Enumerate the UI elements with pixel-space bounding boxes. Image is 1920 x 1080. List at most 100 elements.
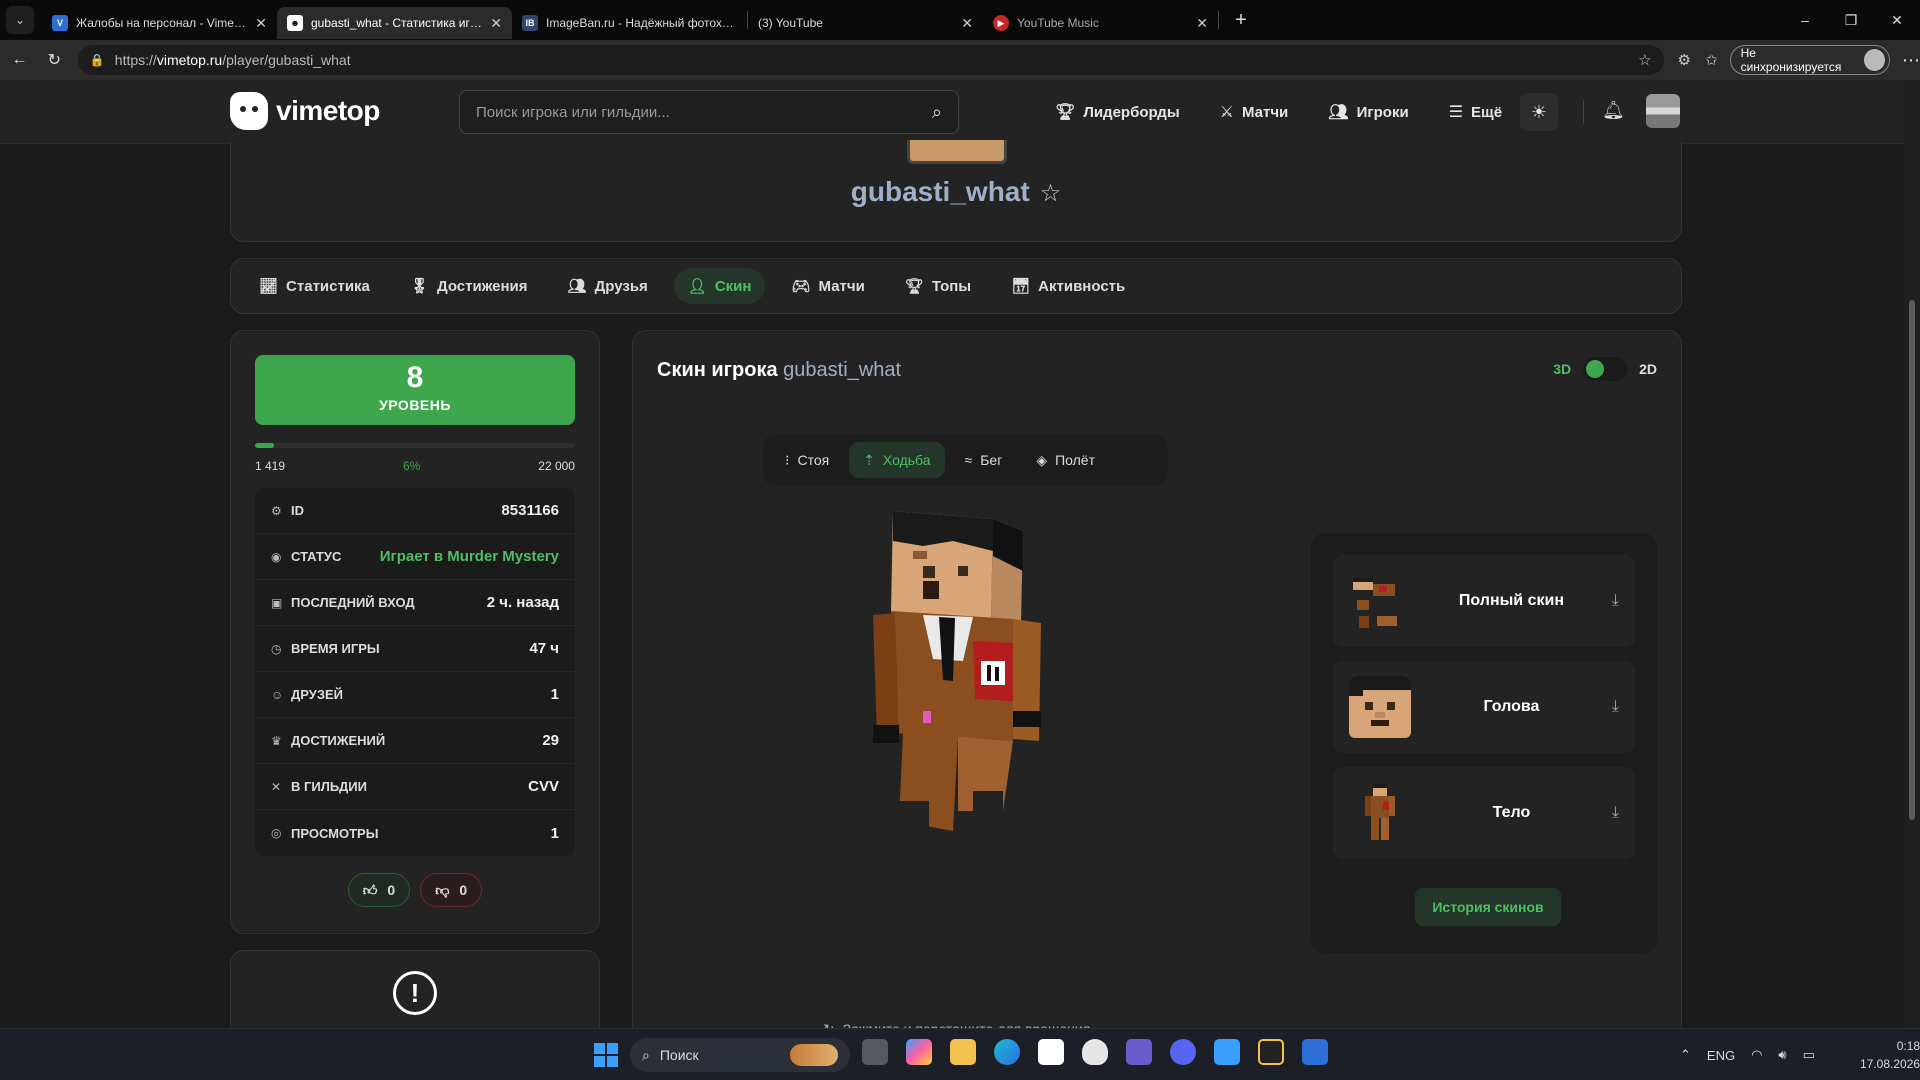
alert-icon[interactable]: ! <box>393 971 437 1015</box>
tab-title: ImageBan.ru - Надёжный фотохостинг <box>546 16 737 30</box>
tab-statistics[interactable]: 📈︎ Статистика <box>245 268 384 304</box>
mode-switch[interactable] <box>1583 357 1628 381</box>
close-icon[interactable]: ✕ <box>255 15 267 32</box>
reload-button[interactable]: ↻ <box>39 44 70 76</box>
download-icon[interactable]: ⤓ <box>1612 592 1619 610</box>
user-avatar[interactable] <box>1646 94 1680 128</box>
like-button[interactable]: 👍︎ 0 <box>347 873 411 907</box>
browser-tab-3[interactable]: IB ImageBan.ru - Надёжный фотохостинг <box>512 7 747 39</box>
clock-time: 0:18 <box>1896 1039 1920 1053</box>
task-view-icon[interactable] <box>862 1039 888 1065</box>
close-window-button[interactable]: ✕ <box>1874 12 1920 29</box>
info-label: ДРУЗЕЙ <box>291 687 344 702</box>
nav-matches[interactable]: ⚔ Матчи <box>1220 102 1289 122</box>
battery-icon[interactable]: ▭ <box>1803 1047 1815 1063</box>
extensions-icon[interactable]: ⚙ <box>1678 51 1691 69</box>
page-scrollbar[interactable] <box>1904 80 1920 1028</box>
start-button[interactable] <box>594 1043 618 1067</box>
mode-2d-label: 2D <box>1639 361 1657 377</box>
site-logo[interactable]: vimetop <box>230 92 380 130</box>
tab-matches[interactable]: 🎮︎ Матчи <box>777 268 878 304</box>
notifications-bell-icon[interactable]: 🔔︎ <box>1602 100 1625 121</box>
language-indicator[interactable]: ENG <box>1707 1048 1735 1063</box>
photos-icon[interactable] <box>1214 1039 1240 1065</box>
youtube-music-icon: ▶ <box>993 15 1009 31</box>
minimize-button[interactable]: – <box>1782 12 1828 29</box>
m365-icon[interactable] <box>906 1039 932 1065</box>
switch-knob <box>1586 360 1605 378</box>
vimeworld-icon[interactable] <box>1302 1039 1328 1065</box>
scrollbar-thumb[interactable] <box>1909 300 1915 820</box>
info-value[interactable]: CVV <box>528 778 559 795</box>
chevron-up-icon[interactable]: ⌃ <box>1680 1047 1691 1063</box>
imageban-icon: IB <box>522 15 538 31</box>
windows-taskbar: ⌕ Поиск ⌃ ENG ◠ 🔊︎ ▭ 0:18 17.08.2026 <box>0 1028 1920 1080</box>
url-path: /player/gubasti_what <box>222 52 351 68</box>
tab-label: Скин <box>714 277 752 295</box>
volume-icon[interactable]: 🔊︎ <box>1778 1047 1786 1063</box>
tab-friends[interactable]: 👥︎ Друзья <box>554 268 662 304</box>
favorites-icon[interactable]: ✩ <box>1705 51 1718 69</box>
anim-run-button[interactable]: ≈ Бег <box>951 442 1017 478</box>
app-icon[interactable] <box>1126 1039 1152 1065</box>
users-icon: 👥︎ <box>1328 104 1349 121</box>
skin-3d-viewer[interactable] <box>863 511 1063 841</box>
download-full-skin[interactable]: Полный скин ⤓ <box>1333 555 1635 647</box>
nav-more[interactable]: ☰ Ещё <box>1449 102 1502 122</box>
favorite-star-icon[interactable]: ☆ <box>1638 51 1651 69</box>
search-icon: ⌕ <box>642 1046 650 1063</box>
anim-stand-button[interactable]: ⁝ Стоя <box>771 442 843 478</box>
edge-icon[interactable] <box>994 1039 1020 1065</box>
file-explorer-icon[interactable] <box>950 1039 976 1065</box>
address-bar[interactable]: 🔒 https://vimetop.ru/player/gubasti_what… <box>77 45 1664 75</box>
medal-icon: 🎖︎ <box>409 278 429 295</box>
mouse-app-icon[interactable] <box>1082 1039 1108 1065</box>
nav-leaderboards[interactable]: 🏆︎ Лидерборды <box>1055 102 1180 122</box>
download-head[interactable]: Голова ⤓ <box>1333 661 1635 753</box>
tab-actions-menu-button[interactable]: ⌄ <box>6 6 34 34</box>
favorite-star-icon[interactable]: ☆ <box>1040 180 1062 207</box>
taskbar-search[interactable]: ⌕ Поиск <box>630 1038 850 1072</box>
trophy-icon: 🏆︎ <box>904 278 924 295</box>
browser-tab-1[interactable]: V Жалобы на персонал - VimeWorld ✕ <box>42 7 277 39</box>
browser-tab-2[interactable]: ☻ gubasti_what - Статистика игрока ✕ <box>277 7 512 39</box>
taskbar-clock[interactable]: 0:18 17.08.2026 <box>1860 1037 1920 1073</box>
system-tray: ⌃ ENG ◠ 🔊︎ ▭ <box>1680 1039 1815 1071</box>
tab-activity[interactable]: 📅︎ Активность <box>997 268 1139 304</box>
download-icon[interactable]: ⤓ <box>1612 804 1619 822</box>
theme-toggle-button[interactable]: ☀ <box>1520 93 1558 131</box>
nav-players[interactable]: 👥︎ Игроки <box>1328 102 1408 122</box>
search-input[interactable] <box>476 103 932 121</box>
skin-panel: Скин игрока gubasti_what 3D 2D ⁝ Стоя ⇡ Хо… <box>632 330 1682 1080</box>
close-icon[interactable]: ✕ <box>1196 15 1208 32</box>
wifi-icon[interactable]: ◠ <box>1751 1047 1762 1063</box>
profile-sync-button[interactable]: Не синхронизируется <box>1729 45 1890 75</box>
new-tab-button[interactable]: + <box>1227 6 1255 34</box>
tab-skin[interactable]: 👤︎ Скин <box>673 268 766 304</box>
discord-icon[interactable] <box>1170 1039 1196 1065</box>
header-divider <box>1583 100 1584 124</box>
more-menu-icon[interactable]: ⋯ <box>1902 50 1920 71</box>
skin-history-button[interactable]: История скинов <box>1415 888 1561 926</box>
restore-button[interactable]: ❐ <box>1828 12 1874 29</box>
rss-icon: ◉ <box>271 549 282 564</box>
info-row-guild: ✕ В ГИЛЬДИИ CVV <box>255 764 575 810</box>
tab-tops[interactable]: 🏆︎ Топы <box>891 268 985 304</box>
download-label: Полный скин <box>1458 592 1564 609</box>
browser-tab-5[interactable]: ▶ YouTube Music ✕ <box>983 7 1218 39</box>
close-icon[interactable]: ✕ <box>961 15 973 32</box>
browser-tab-4[interactable]: (3) YouTube ✕ <box>748 7 983 39</box>
logo-text: vimetop <box>276 95 380 126</box>
site-info-icon[interactable]: 🔒 <box>90 53 105 67</box>
store-icon[interactable] <box>1038 1039 1064 1065</box>
back-button[interactable]: ← <box>4 44 35 76</box>
anim-fly-button[interactable]: ◈ Полёт <box>1022 442 1109 478</box>
dislike-button[interactable]: 👎︎ 0 <box>420 873 483 907</box>
close-icon[interactable]: ✕ <box>490 15 502 32</box>
tab-achievements[interactable]: 🎖︎ Достижения <box>396 268 542 304</box>
download-body[interactable]: Тело ⤓ <box>1333 767 1635 859</box>
search-icon[interactable]: ⌕ <box>932 102 942 123</box>
download-icon[interactable]: ⤓ <box>1612 698 1619 716</box>
app-icon[interactable] <box>1258 1039 1284 1065</box>
anim-walk-button[interactable]: ⇡ Ходьба <box>849 442 945 478</box>
